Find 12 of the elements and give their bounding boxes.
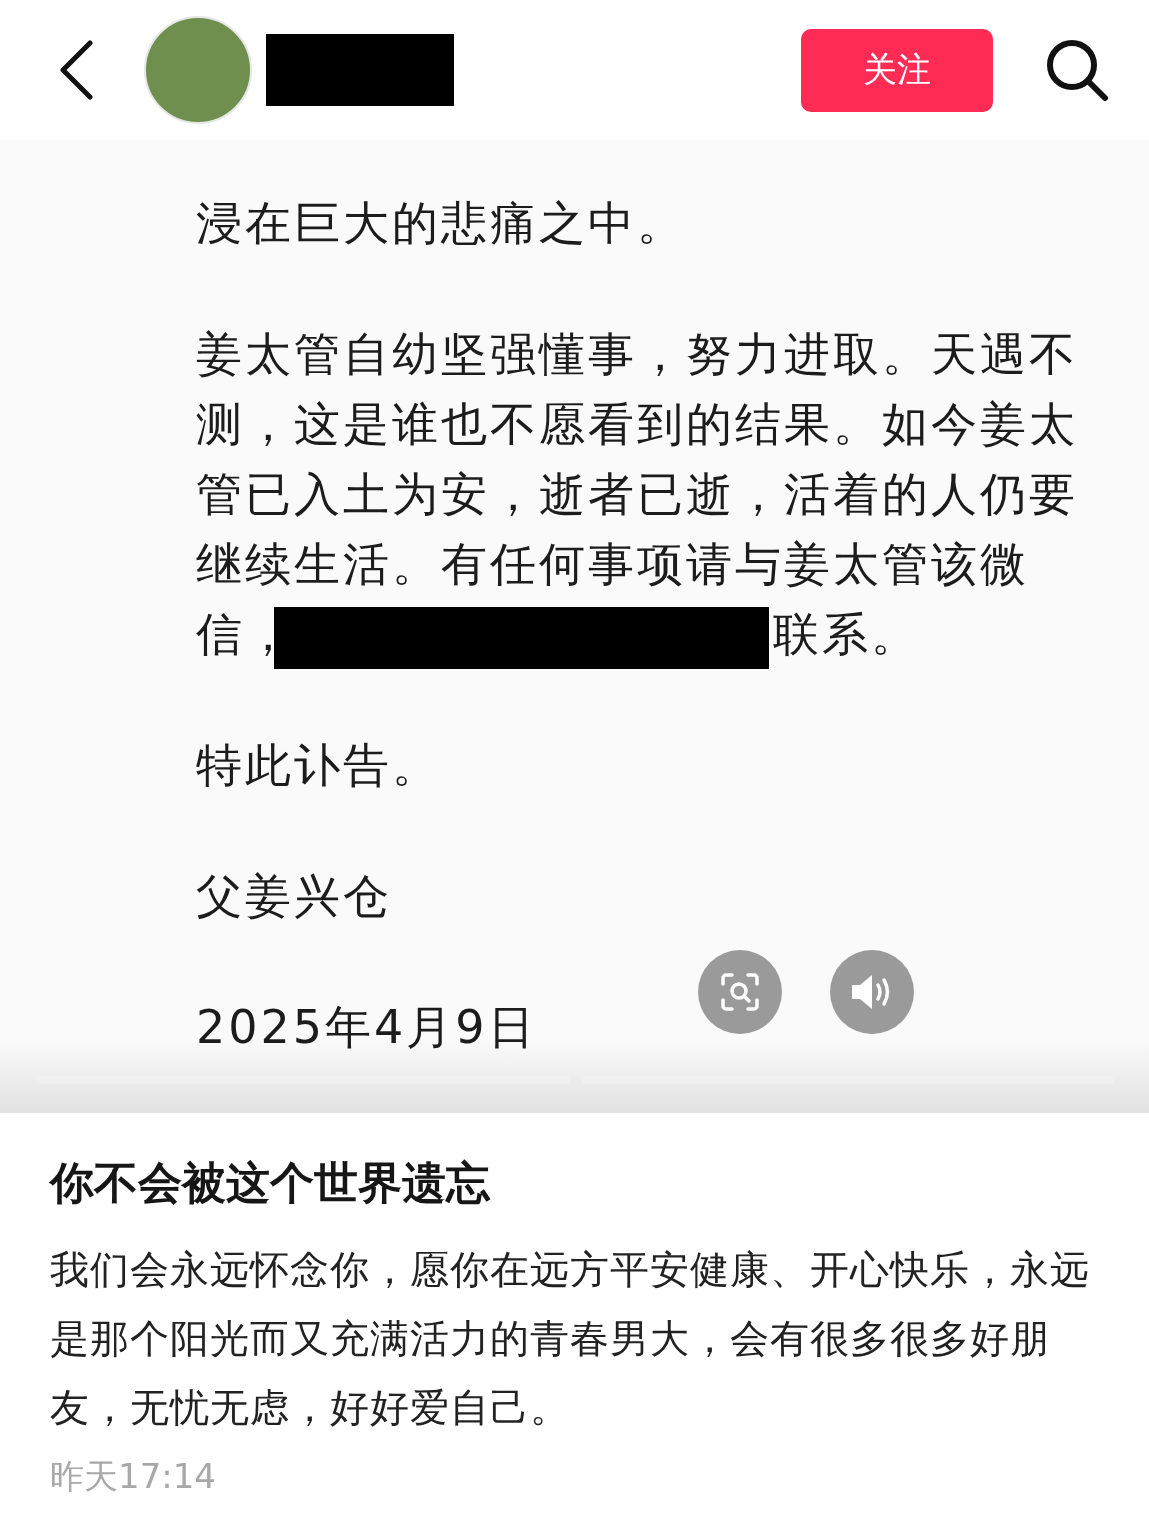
post-text: 2025年4月9日 [196,999,538,1056]
post-text: 姜太管自幼坚强懂事，努力进取。天遇不测，这是谁也不愿看到的结果。如今姜太管已入土为安，逝者已逝，活着的人仍要继续生活。有任何事项请与姜太管该微信， 联系。 [196,319,1081,669]
post-text: 浸在巨大的悲痛之中。 [196,195,687,252]
post-description: 我们会永远怀念你，愿你在远方平安健康、开心快乐，永远是那个阳光而又充满活力的青春男大，会有很多很多好朋友，无忧无虑，好好爱自己。 [50,1246,1091,1432]
post-time: 昨天17:14 [50,1455,217,1498]
post-text: 父姜兴仓 [196,868,393,925]
follow-button[interactable]: 关注 [801,28,993,112]
back-icon[interactable] [58,40,94,100]
search-icon[interactable] [1045,38,1109,102]
post-title: 你不会被这个世界遗忘 [50,1156,492,1210]
scan-search-icon [720,972,760,1012]
post-text: 特此讣告。 [196,737,442,794]
